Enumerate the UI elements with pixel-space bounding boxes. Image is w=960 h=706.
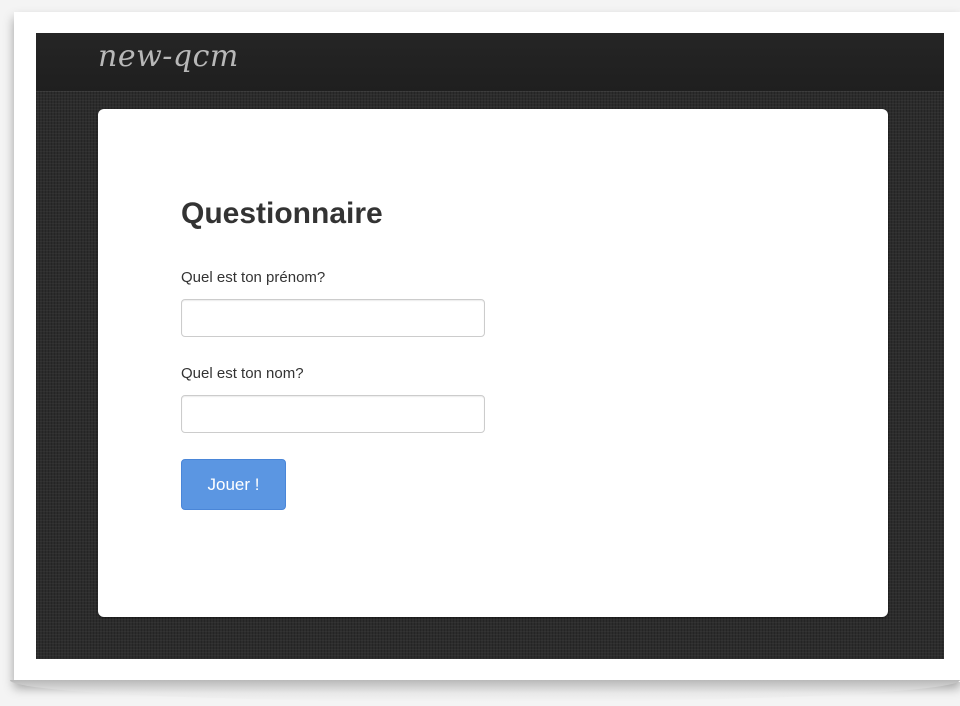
first-name-input[interactable] — [181, 299, 485, 337]
app-window: new-qcm Questionnaire Quel est ton préno… — [36, 33, 944, 659]
navbar: new-qcm — [36, 33, 944, 91]
first-name-label: Quel est ton prénom? — [181, 269, 326, 286]
play-button[interactable]: Jouer ! — [181, 459, 286, 510]
brand-link[interactable]: new-qcm — [98, 39, 239, 74]
last-name-input[interactable] — [181, 395, 485, 433]
last-name-label: Quel est ton nom? — [181, 365, 304, 382]
page-title: Questionnaire — [181, 197, 383, 230]
quiz-card: Questionnaire Quel est ton prénom? Quel … — [98, 109, 888, 617]
frame-shadow — [10, 680, 960, 702]
